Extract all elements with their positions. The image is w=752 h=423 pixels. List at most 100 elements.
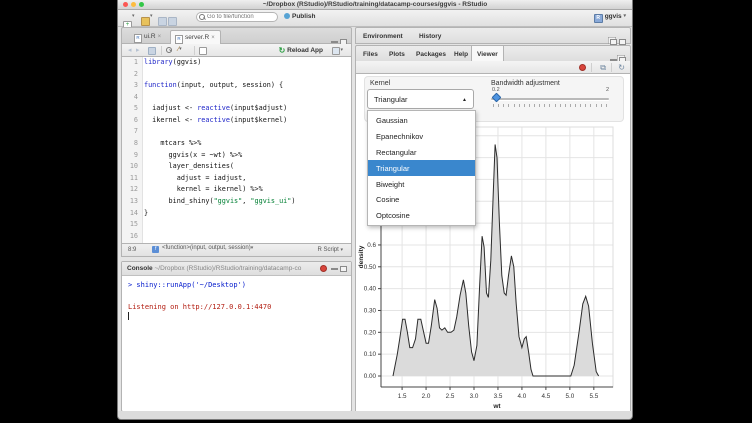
- bandwidth-slider[interactable]: 0.2 2: [491, 77, 609, 115]
- kernel-select[interactable]: Triangular ▲: [367, 89, 474, 109]
- code-area[interactable]: library(ggvis) function(input, output, se…: [144, 57, 351, 243]
- file-type-selector[interactable]: R Script ▾: [317, 247, 343, 253]
- save-icon: [158, 17, 167, 26]
- save-button[interactable]: [158, 13, 167, 22]
- kernel-option[interactable]: Rectangular: [368, 145, 475, 161]
- svg-text:0.50: 0.50: [364, 264, 377, 271]
- open-file-button[interactable]: ▾: [141, 13, 153, 22]
- svg-text:5.5: 5.5: [589, 393, 598, 400]
- pane-layout-button[interactable]: ▾: [332, 47, 343, 57]
- kernel-option[interactable]: Cosine: [368, 192, 475, 208]
- line-number: 6: [122, 115, 142, 127]
- slider-track[interactable]: [491, 98, 609, 100]
- code-editor[interactable]: 12345678910111213141516 library(ggvis)fu…: [121, 57, 352, 244]
- code-line[interactable]: ggvis(x = ~wt) %>%: [144, 150, 351, 162]
- code-line[interactable]: [144, 126, 351, 138]
- svg-text:wt: wt: [492, 403, 501, 410]
- goto-file-search[interactable]: [196, 12, 278, 22]
- line-number: 8: [122, 138, 142, 150]
- editor-toolbar: ◂ ▸ ∕▾ ↻ Reload App ▾: [121, 44, 352, 57]
- code-line[interactable]: [144, 231, 351, 243]
- svg-text:5.0: 5.0: [565, 393, 574, 400]
- maximize-pane-icon[interactable]: [340, 266, 347, 272]
- publish-button[interactable]: Publish: [284, 13, 315, 20]
- chevron-up-icon: ▲: [462, 97, 467, 103]
- code-line[interactable]: [144, 92, 351, 104]
- tab-server-r[interactable]: Rserver.R×: [170, 30, 221, 45]
- r-file-icon: R: [175, 35, 183, 44]
- search-input[interactable]: [207, 13, 274, 21]
- stop-icon[interactable]: [320, 265, 327, 272]
- slider-handle[interactable]: [492, 93, 502, 103]
- console-pane[interactable]: Console ~/Dropbox (RStudio)/RStudio/trai…: [121, 261, 352, 412]
- kernel-option[interactable]: Epanechnikov: [368, 129, 475, 145]
- kernel-label: Kernel: [370, 80, 390, 87]
- kernel-selected-value: Triangular: [374, 95, 408, 104]
- line-number: 1: [122, 57, 142, 69]
- svg-text:0.10: 0.10: [364, 351, 377, 358]
- code-line[interactable]: ikernel <- reactive(input$kernel): [144, 115, 351, 127]
- line-number: 4: [122, 92, 142, 104]
- stop-app-icon[interactable]: [579, 64, 586, 71]
- line-number: 12: [122, 184, 142, 196]
- code-line[interactable]: library(ggvis): [144, 57, 351, 69]
- project-icon: R: [594, 14, 603, 23]
- code-line[interactable]: }: [144, 208, 351, 220]
- line-number: 15: [122, 219, 142, 231]
- save-all-icon: [168, 17, 177, 26]
- close-tab-icon[interactable]: ×: [158, 34, 162, 40]
- svg-text:0.20: 0.20: [364, 329, 377, 336]
- kernel-option[interactable]: Gaussian: [368, 113, 475, 129]
- code-line[interactable]: iadjust <- reactive(input$adjust): [144, 103, 351, 115]
- code-line[interactable]: layer_densities(: [144, 161, 351, 173]
- reload-app-button[interactable]: ↻ Reload App: [279, 46, 323, 55]
- project-menu-button[interactable]: Rggvis ▾: [594, 13, 626, 23]
- code-line[interactable]: function(input, output, session) {: [144, 80, 351, 92]
- line-number: 13: [122, 196, 142, 208]
- console-header: Console ~/Dropbox (RStudio)/RStudio/trai…: [122, 262, 351, 276]
- refresh-icon[interactable]: ↻: [618, 63, 625, 72]
- compile-notebook-icon[interactable]: [199, 47, 207, 57]
- code-line[interactable]: bind_shiny("ggvis", "ggvis_ui"): [144, 196, 351, 208]
- find-icon[interactable]: [166, 47, 172, 55]
- line-number: 14: [122, 208, 142, 220]
- kernel-option[interactable]: Biweight: [368, 176, 475, 192]
- console-path: ~/Dropbox (RStudio)/RStudio/training/dat…: [154, 265, 301, 272]
- code-line[interactable]: adjust = iadjust,: [144, 173, 351, 185]
- line-number: 2: [122, 69, 142, 81]
- code-line[interactable]: kernel = ikernel) %>%: [144, 184, 351, 196]
- viewer-toolbar: ⧉ ↻: [355, 61, 631, 74]
- scope-selector[interactable]: <function>(input, output, session): [162, 245, 251, 251]
- save-all-button[interactable]: [168, 13, 177, 22]
- reload-label: Reload App: [287, 47, 323, 54]
- code-line[interactable]: [144, 69, 351, 81]
- tab-history[interactable]: History: [414, 28, 446, 45]
- save-doc-icon[interactable]: [148, 47, 156, 57]
- code-line[interactable]: mtcars %>%: [144, 138, 351, 150]
- close-tab-icon[interactable]: ×: [211, 35, 215, 41]
- code-line[interactable]: [144, 219, 351, 231]
- line-number: 16: [122, 231, 142, 243]
- forward-icon[interactable]: ▸: [136, 46, 140, 54]
- code-tools-wand-icon[interactable]: ∕▾: [178, 46, 182, 53]
- tab-ui-r[interactable]: Rui.R×: [130, 30, 166, 45]
- svg-text:density: density: [358, 245, 365, 268]
- minimize-pane-icon[interactable]: [331, 268, 338, 270]
- console-line: Listening on http://127.0.0.1:4470: [128, 302, 351, 313]
- svg-text:0.6: 0.6: [367, 242, 376, 249]
- kernel-option[interactable]: Triangular: [368, 160, 475, 176]
- kernel-option[interactable]: Optcosine: [368, 208, 475, 224]
- back-icon[interactable]: ◂: [128, 46, 132, 54]
- environment-tabbar: Environment History: [355, 27, 631, 44]
- tab-environment[interactable]: Environment: [358, 28, 408, 45]
- window-title: ~/Dropbox (RStudio)/RStudio/training/dat…: [118, 1, 632, 8]
- new-file-button[interactable]: +▾: [123, 13, 135, 22]
- svg-text:2.0: 2.0: [422, 393, 431, 400]
- clear-viewer-icon[interactable]: ⧉: [600, 63, 606, 73]
- minimize-pane-icon[interactable]: [331, 41, 338, 43]
- svg-text:3.5: 3.5: [494, 393, 503, 400]
- line-number: 10: [122, 161, 142, 173]
- svg-text:2.5: 2.5: [446, 393, 455, 400]
- tab-label: ui.R: [144, 33, 156, 40]
- console-output[interactable]: > shiny::runApp('~/Desktop')Listening on…: [122, 276, 351, 411]
